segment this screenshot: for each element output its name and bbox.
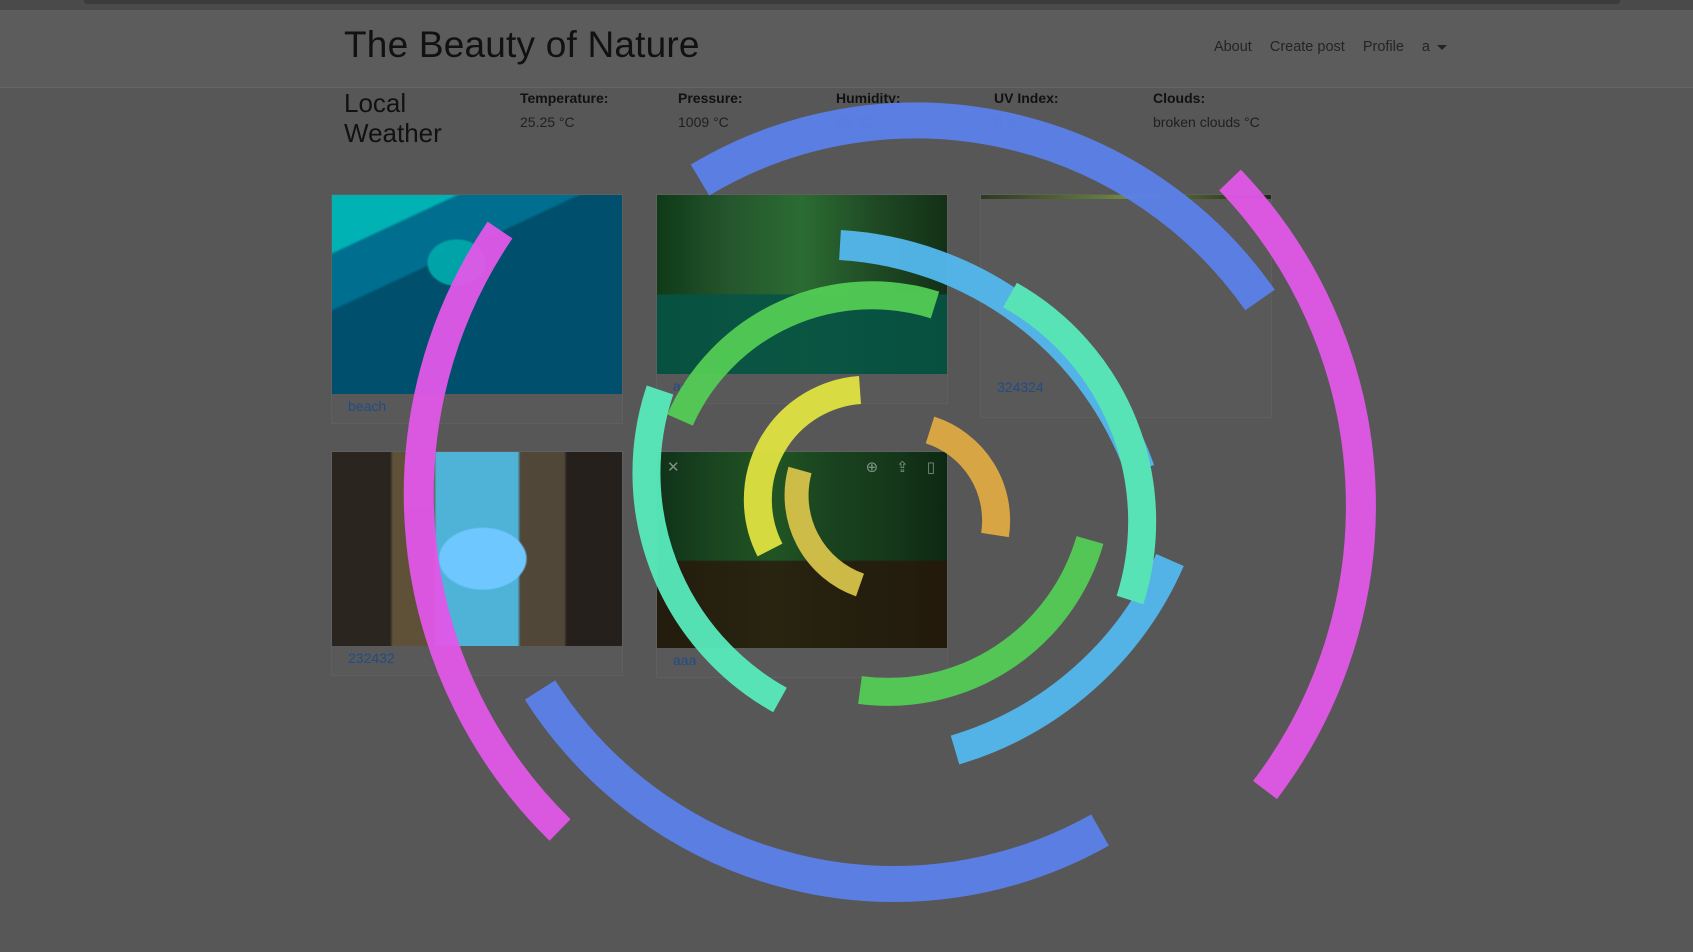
nav-about-link[interactable]: About [1214,39,1252,55]
app-page: The Beauty of Nature About Create post P… [0,0,1693,952]
post-caption[interactable]: aaa [657,648,947,677]
post-caption[interactable]: 324324 [981,375,1271,404]
clouds-label: Clouds: [1153,90,1206,106]
nav-profile-link[interactable]: Profile [1363,39,1404,55]
post-grid: beach aa 324324 232432 ✕ ⊕ ⇪ ▯ aaa [331,194,1331,694]
weather-pressure: Pressure: 1009 °C [678,90,828,130]
local-weather-panel: Local Weather Temperature: 25.25 °C Pres… [344,88,1324,158]
temperature-value: 25.25 °C [520,114,575,130]
post-card-232432[interactable]: 232432 [331,451,623,676]
post-image-forest[interactable]: ✕ ⊕ ⇪ ▯ [657,452,947,648]
uv-index-value: 0 °C [994,114,1022,130]
humidity-value: 88 °C [836,114,872,130]
browser-chrome [0,0,1693,10]
post-image-beach[interactable] [332,195,622,394]
post-card-beach[interactable]: beach [331,194,623,424]
main-navigation: About Create post Profile a [1214,39,1447,55]
close-icon[interactable]: ✕ [667,458,680,476]
chevron-down-icon [1437,45,1447,50]
pressure-value: 1009 °C [678,114,729,130]
nav-create-post-link[interactable]: Create post [1270,39,1345,55]
share-icon[interactable]: ⇪ [896,458,909,476]
post-image-cave[interactable] [332,452,622,646]
spinner-outer-ring-blue-bottom [524,680,1109,902]
clouds-value: broken clouds °C [1153,114,1260,130]
site-brand[interactable]: The Beauty of Nature [344,24,700,66]
weather-title: Local Weather [344,88,442,148]
weather-uv-index: UV Index: 0 °C [994,90,1144,130]
top-navbar: The Beauty of Nature About Create post P… [0,10,1693,88]
post-image-river[interactable] [657,195,947,374]
post-caption[interactable]: 232432 [332,646,622,675]
zoom-icon[interactable]: ⊕ [866,458,879,476]
user-dropdown[interactable]: a [1422,39,1447,55]
post-card-aa[interactable]: aa [656,194,948,404]
bookmark-icon[interactable]: ▯ [927,458,935,476]
humidity-label: Humidity: [836,90,901,106]
post-card-aaa[interactable]: ✕ ⊕ ⇪ ▯ aaa [656,451,948,678]
post-card-324324[interactable]: 324324 [980,194,1272,418]
post-image-broken[interactable] [981,195,1271,199]
post-caption[interactable]: beach [332,394,622,423]
post-caption[interactable]: aa [657,374,947,403]
weather-clouds: Clouds: broken clouds °C [1153,90,1303,130]
image-toolbar: ⊕ ⇪ ▯ [866,458,935,476]
user-dropdown-label: a [1421,39,1430,55]
uv-index-label: UV Index: [994,90,1059,106]
temperature-label: Temperature: [520,90,609,106]
weather-humidity: Humidity: 88 °C [836,90,986,130]
pressure-label: Pressure: [678,90,743,106]
weather-temperature: Temperature: 25.25 °C [520,90,670,130]
browser-scrollbar[interactable] [84,0,1620,4]
